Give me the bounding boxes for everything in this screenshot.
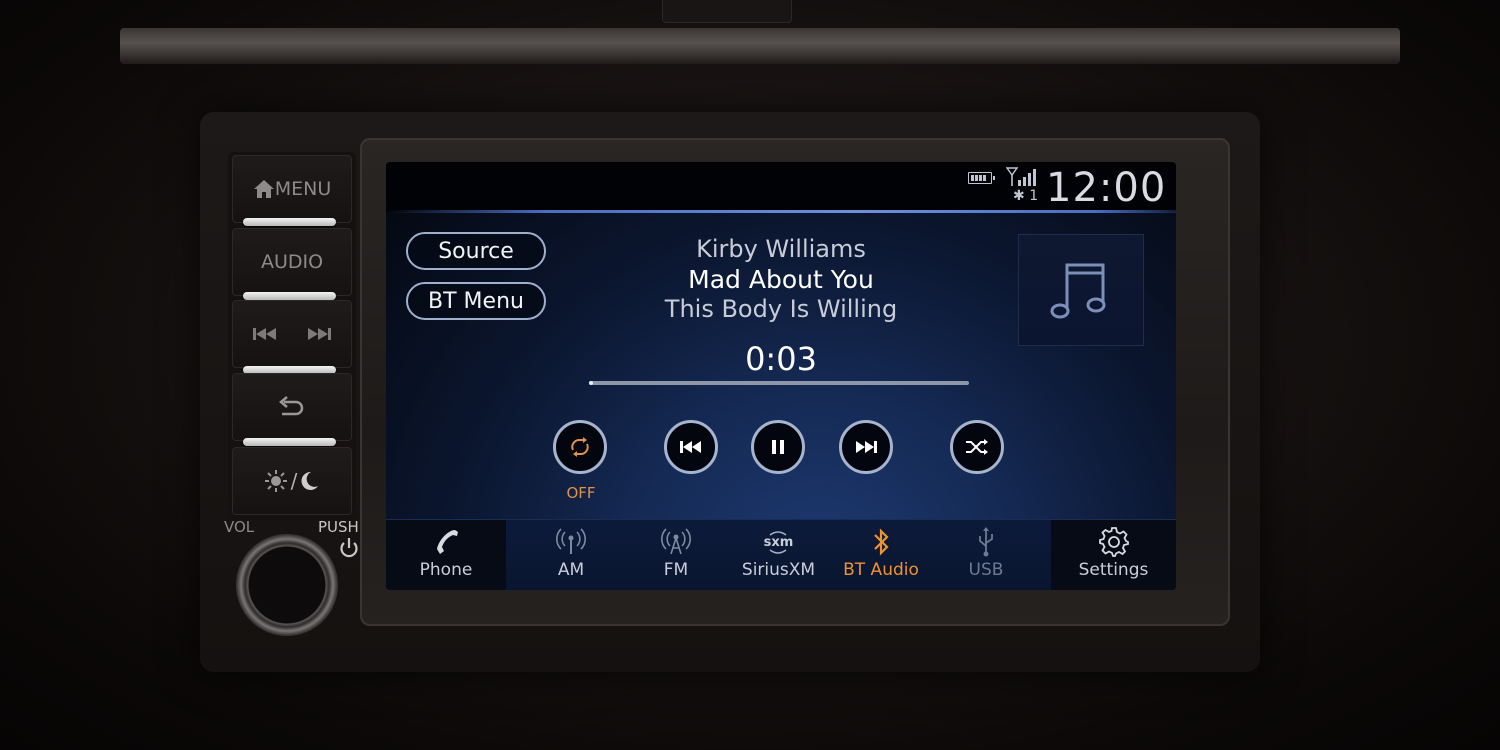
nav-settings[interactable]: Settings [1051,520,1176,590]
shuffle-button[interactable] [950,420,1004,474]
nav-label: SiriusXM [741,560,816,580]
usb-icon [979,527,993,557]
bt-device-indicator: ✱ 1 [1013,188,1038,204]
next-track-icon [856,441,877,453]
clock: 12:00 [1046,165,1167,211]
next-track-button[interactable] [839,420,893,474]
seek-hardware-button[interactable] [232,300,352,368]
nav-label: Settings [1078,560,1149,580]
dash-slot [662,0,792,23]
nav-label: BT Audio [843,560,919,580]
bt-device-number: 1 [1029,188,1039,204]
phone-icon [437,530,458,554]
nav-bt-audio[interactable]: BT Audio [831,520,931,590]
status-bar: ✱ 1 12:00 [386,162,1176,212]
repeat-icon [571,437,589,457]
source-nav-bar: Phone AM FM sxm SiriusXM BT Audio USB Se… [386,519,1176,590]
music-note-icon [1050,263,1106,319]
signal-icon [1006,167,1036,186]
artist-name: Kirby Williams [696,235,866,263]
day-night-separator: / [290,469,298,493]
nav-fm[interactable]: FM [636,520,716,590]
nav-label: USB [968,560,1004,580]
moon-icon [301,471,319,490]
status-divider [386,210,1176,213]
repeat-button[interactable] [553,420,607,474]
button-light-bar [243,438,336,446]
pause-button[interactable] [751,420,805,474]
bt-menu-button[interactable]: BT Menu [406,282,546,320]
am-radio-icon [556,528,586,554]
back-arrow-icon [279,396,304,416]
album-name: This Body Is Willing [664,295,898,323]
nav-label: AM [557,560,585,580]
vol-label: VOL [224,518,255,536]
progress-fill [589,381,593,385]
shuffle-icon [966,439,988,455]
song-title: Mad About You [688,265,874,294]
power-icon [340,538,358,558]
previous-track-button[interactable] [664,420,718,474]
previous-track-icon [680,441,701,453]
nav-label: FM [663,560,689,580]
button-light-bar [243,218,336,226]
battery-icon [968,172,995,184]
menu-hardware-button[interactable]: MENU [232,155,352,223]
sun-icon [264,470,287,492]
day-night-hardware-button[interactable]: / [232,447,352,515]
seek-forward-icon[interactable] [307,327,331,341]
nav-phone[interactable]: Phone [386,520,506,590]
fm-radio-icon [661,528,691,555]
gear-icon [1098,527,1129,557]
infotainment-screen: ✱ 1 12:00 Source BT Menu Kirby Williams … [386,162,1176,590]
bluetooth-icon: ✱ [1013,188,1025,204]
home-icon [253,180,274,198]
push-label: PUSH [318,518,359,536]
track-info: Kirby Williams Mad About You This Body I… [586,234,976,322]
dash-trim [120,28,1400,64]
nav-am[interactable]: AM [506,520,636,590]
pause-icon [772,440,784,454]
nav-label: Phone [419,560,473,580]
album-art [1018,234,1144,346]
repeat-state: OFF [566,484,596,502]
audio-hardware-button[interactable]: AUDIO [232,228,352,296]
seek-back-icon[interactable] [253,327,277,341]
elapsed-time: 0:03 [745,340,817,378]
button-light-bar [243,292,336,300]
siriusxm-icon: sxm [764,524,793,560]
menu-label: MENU [274,178,332,200]
nav-siriusxm[interactable]: sxm SiriusXM [716,520,841,590]
audio-label: AUDIO [260,251,324,273]
volume-knob[interactable] [236,534,338,636]
nav-usb[interactable]: USB [941,520,1031,590]
bluetooth-icon [874,528,889,556]
back-hardware-button[interactable] [232,373,352,441]
source-button[interactable]: Source [406,232,546,270]
progress-bar[interactable] [589,381,969,385]
